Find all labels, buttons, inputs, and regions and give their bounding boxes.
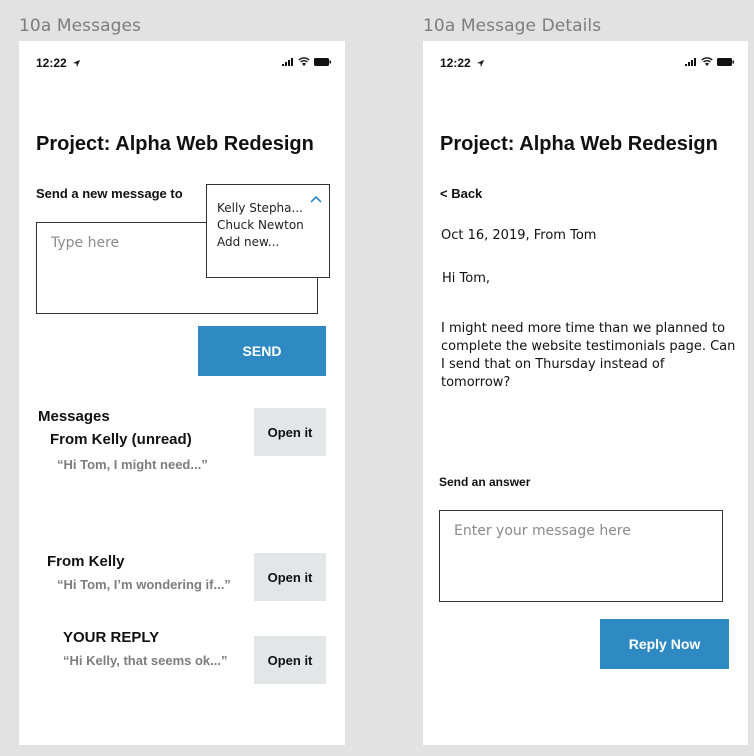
open-message-button[interactable]: Open it (254, 636, 326, 684)
battery-icon (314, 58, 331, 66)
status-bar-icons (282, 57, 331, 66)
message-preview: “Hi Kelly, that seems ok...” (63, 653, 228, 668)
project-title: Project: Alpha Web Redesign (36, 133, 314, 155)
signal-icon (685, 58, 696, 66)
message-sender: From Kelly (47, 553, 125, 570)
location-arrow-icon (476, 59, 485, 68)
back-link[interactable]: < Back (440, 186, 482, 201)
recipient-option-add-new[interactable]: Add new... (217, 234, 329, 251)
message-sender: From Kelly (unread) (50, 431, 192, 448)
answer-input-placeholder: Enter your message here (454, 523, 631, 539)
wifi-icon (298, 57, 310, 66)
send-button[interactable]: SEND (198, 326, 326, 376)
messages-screen: 12:22 Project: Alpha Web Redesign Send a… (19, 41, 345, 745)
status-bar-time: 12:22 (440, 56, 485, 70)
message-sender: YOUR REPLY (63, 629, 160, 646)
message-preview: “Hi Tom, I’m wondering if...” (57, 577, 231, 592)
status-time-text: 12:22 (36, 56, 67, 70)
signal-icon (282, 58, 293, 66)
status-bar-icons (685, 57, 734, 66)
open-message-button[interactable]: Open it (254, 553, 326, 601)
message-input-placeholder: Type here (51, 235, 120, 251)
location-arrow-icon (72, 59, 81, 68)
message-details-screen: 12:22 Project: Alpha Web Redesign < Back… (423, 41, 748, 745)
send-answer-label: Send an answer (439, 475, 531, 489)
recipient-option[interactable]: Chuck Newton (217, 217, 329, 234)
message-body: I might need more time than we planned t… (441, 321, 736, 390)
message-greeting: Hi Tom, (442, 271, 491, 286)
chevron-up-icon[interactable] (310, 195, 322, 203)
artboard-title-messages: 10a Messages (19, 16, 142, 36)
status-bar-time: 12:22 (36, 56, 81, 70)
wifi-icon (701, 57, 713, 66)
project-title: Project: Alpha Web Redesign (440, 133, 718, 155)
battery-icon (717, 58, 734, 66)
open-message-button[interactable]: Open it (254, 408, 326, 456)
reply-now-button[interactable]: Reply Now (600, 619, 729, 669)
answer-input[interactable]: Enter your message here (439, 510, 723, 602)
message-preview: “Hi Tom, I might need...” (57, 457, 208, 472)
artboard-title-message-details: 10a Message Details (423, 16, 602, 36)
send-new-message-label: Send a new message to (36, 186, 183, 201)
recipient-dropdown[interactable]: Kelly Stepha... Chuck Newton Add new... (206, 184, 330, 278)
message-meta: Oct 16, 2019, From Tom (441, 228, 597, 243)
messages-heading: Messages (38, 408, 110, 425)
status-time-text: 12:22 (440, 56, 471, 70)
